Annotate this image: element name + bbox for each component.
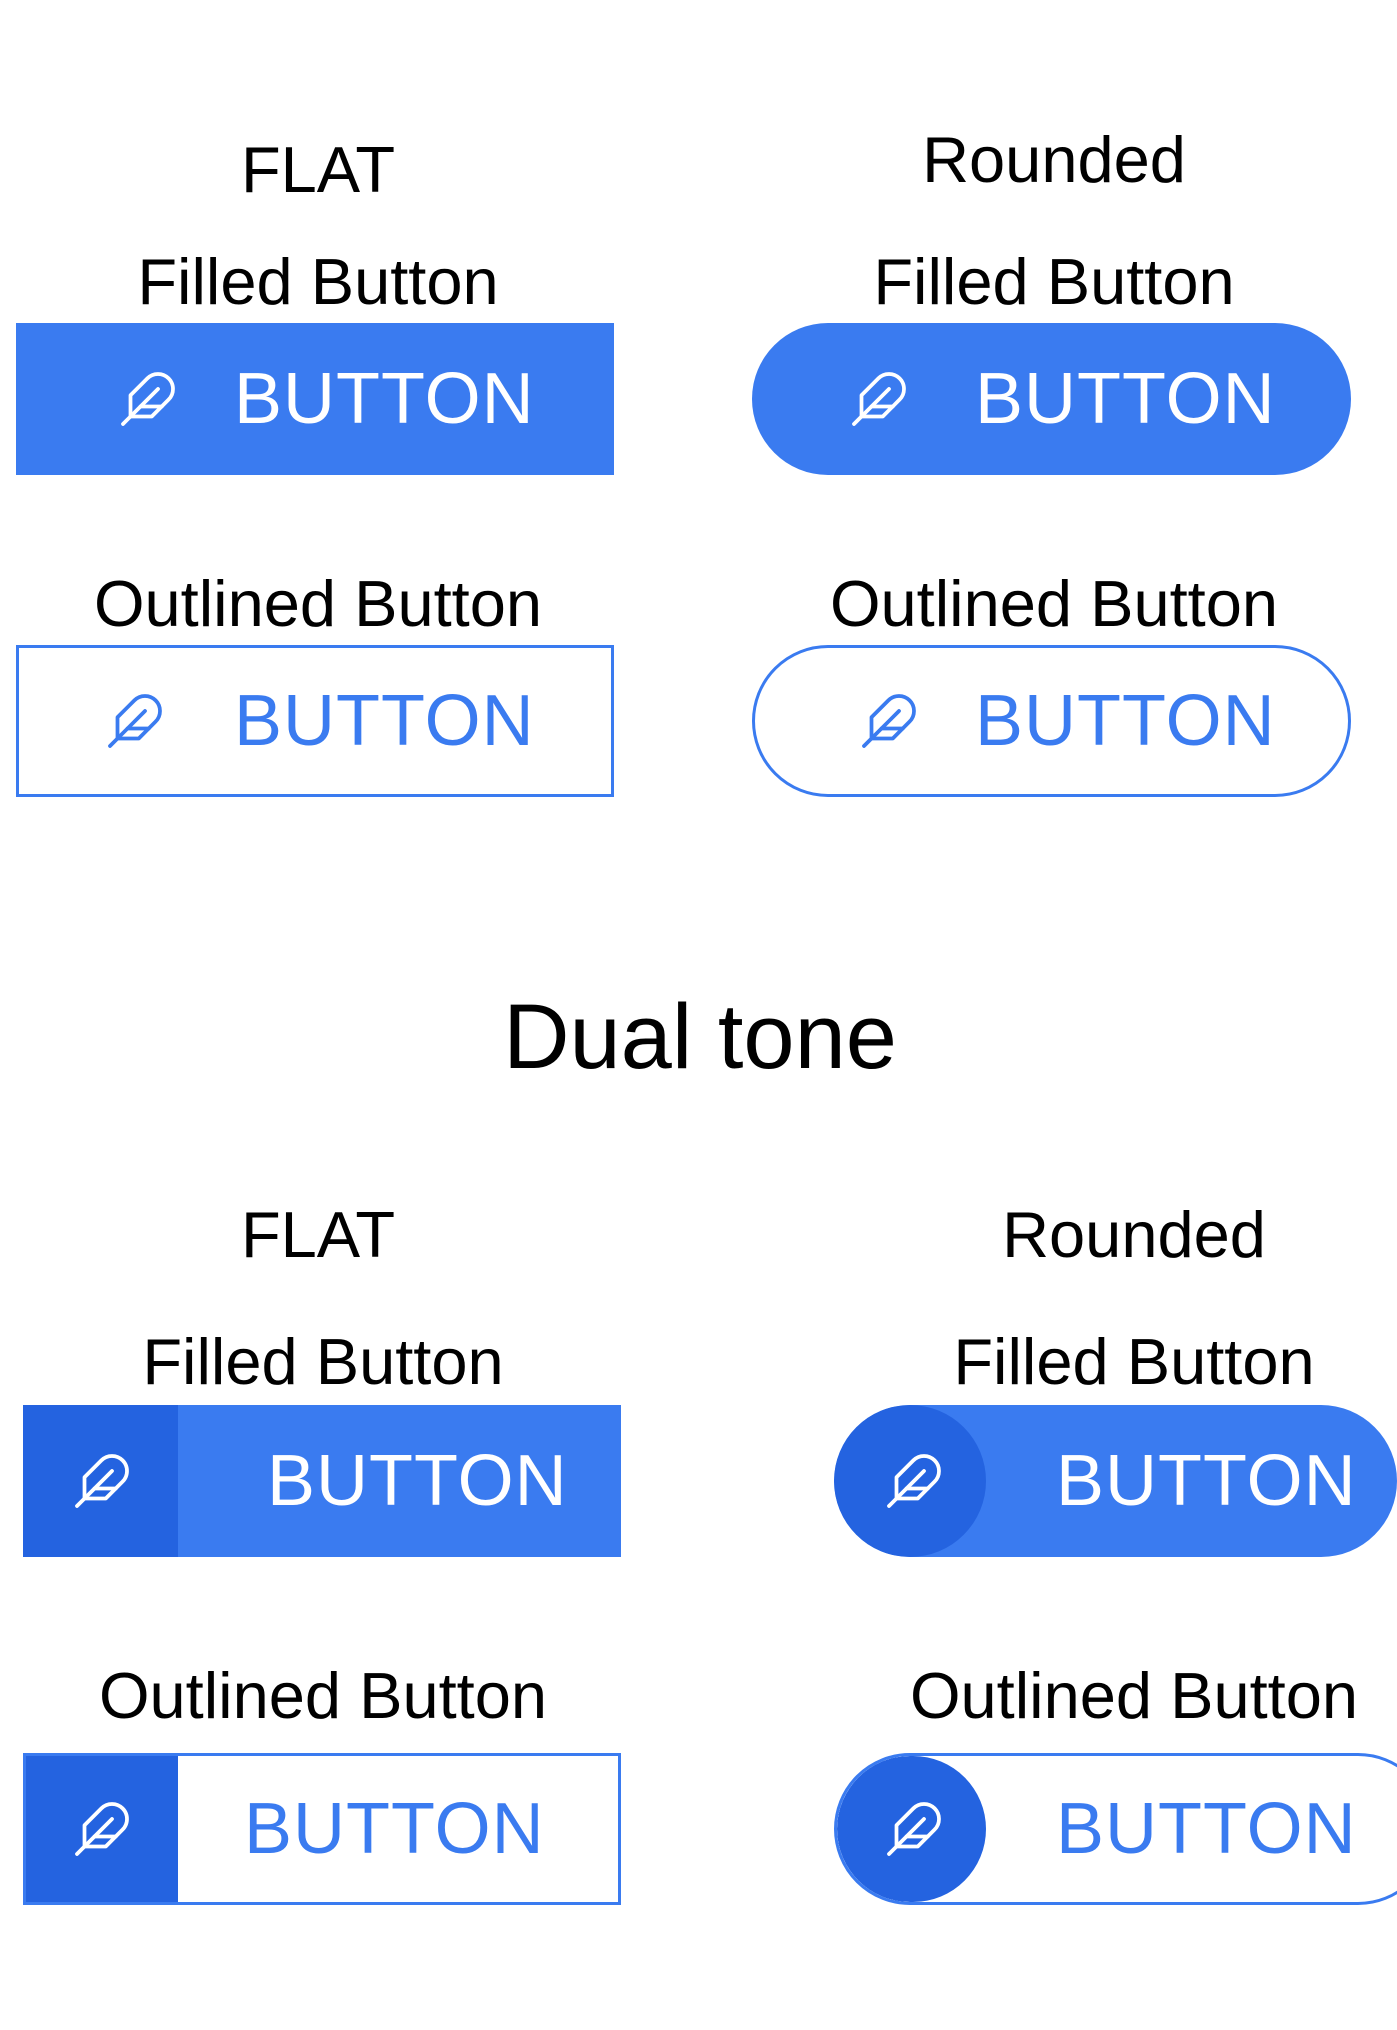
feather-icon (859, 691, 919, 751)
flat-filled-button[interactable]: BUTTON (16, 323, 614, 475)
rounded-outlined-label: Outlined Button (829, 567, 1279, 640)
feather-icon (118, 369, 178, 429)
rounded-filled-button[interactable]: BUTTON (752, 323, 1351, 475)
flat-outlined-label: Outlined Button (93, 567, 543, 640)
feather-icon (884, 1799, 944, 1859)
dual-rounded-outlined-label: Outlined Button (909, 1659, 1359, 1732)
feather-icon (105, 691, 165, 751)
dual-rounded-filled-button[interactable]: BUTTON (834, 1405, 1397, 1557)
dual-flat-filled-button[interactable]: BUTTON (23, 1405, 621, 1557)
button-label: BUTTON (1056, 1789, 1357, 1869)
button-label: BUTTON (234, 359, 535, 439)
dual-flat-outlined-button[interactable]: BUTTON (23, 1753, 621, 1905)
button-label: BUTTON (1056, 1441, 1357, 1521)
rounded-title: Rounded (922, 123, 1186, 196)
button-label: BUTTON (267, 1441, 568, 1521)
dual-flat-filled-label: Filled Button (142, 1325, 504, 1398)
rounded-outlined-button[interactable]: BUTTON (752, 645, 1351, 797)
button-label: BUTTON (244, 1789, 545, 1869)
dual-rounded-filled-label: Filled Button (953, 1325, 1315, 1398)
rounded-filled-label: Filled Button (873, 245, 1235, 318)
dual-flat-title: FLAT (240, 1198, 396, 1271)
flat-outlined-button[interactable]: BUTTON (16, 645, 614, 797)
dual-flat-outlined-label: Outlined Button (98, 1659, 548, 1732)
button-label: BUTTON (975, 359, 1276, 439)
feather-icon (884, 1451, 944, 1511)
flat-title: FLAT (240, 133, 396, 206)
feather-icon (849, 369, 909, 429)
feather-icon (72, 1451, 132, 1511)
dual-rounded-outlined-button[interactable]: BUTTON (834, 1753, 1397, 1905)
dual-rounded-title: Rounded (1002, 1198, 1266, 1271)
feather-icon (72, 1799, 132, 1859)
button-label: BUTTON (234, 681, 535, 761)
dual-tone-heading: Dual tone (503, 986, 897, 1088)
flat-filled-label: Filled Button (137, 245, 499, 318)
button-label: BUTTON (975, 681, 1276, 761)
